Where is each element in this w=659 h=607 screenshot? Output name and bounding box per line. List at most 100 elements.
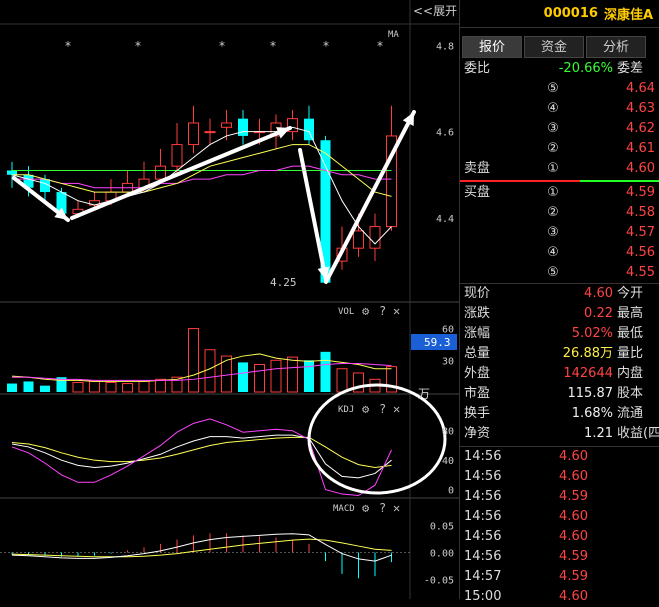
volume-bar: [122, 383, 133, 393]
stat-value: 5.02%: [571, 326, 613, 341]
low-price-mark: 4.25: [270, 276, 297, 289]
vol-help-icon[interactable]: ?: [379, 304, 386, 318]
volume-bar: [270, 359, 282, 393]
stat-label: 外盘: [464, 366, 491, 381]
kline-chart-area[interactable]: MA 4.25 VOL ⚙ ? ✕ KDJ ⚙ ? ✕ MACD ⚙ ? ✕ 5…: [0, 0, 459, 599]
kdj-close-icon[interactable]: ✕: [393, 402, 400, 416]
tick-price: 4.59: [559, 549, 588, 564]
stat-row: 外盘 142644 内盘: [460, 364, 659, 384]
bid-level: ①: [547, 185, 559, 200]
stat-tail-label: 内盘: [617, 366, 644, 381]
annotation-arrow-up-icon: [70, 126, 292, 220]
tick-price: 4.59: [559, 489, 588, 504]
volume-bar: [221, 355, 232, 393]
stock-code: 000016: [543, 6, 598, 21]
macd-help-icon[interactable]: ?: [379, 501, 386, 515]
ask-row[interactable]: 卖盘 ① 4.60: [460, 159, 659, 179]
tick-price: 4.60: [559, 449, 588, 464]
stat-tail-label: 最低: [617, 326, 644, 341]
ask-row[interactable]: ③ 4.62: [460, 119, 659, 139]
bid-level: ⑤: [547, 265, 559, 280]
tick-price: 4.60: [559, 529, 588, 544]
stat-tail-label: 股本: [617, 386, 644, 401]
kdj-axis-tick: 0: [448, 486, 454, 497]
tab-analysis[interactable]: 分析: [586, 36, 646, 58]
macd-settings-icon[interactable]: ⚙: [362, 501, 370, 515]
order-ratio-row: 委比 -20.66% 委差: [460, 59, 659, 79]
volume-bar: [89, 380, 100, 393]
tick-time: 14:56: [464, 509, 502, 524]
stat-value: 142644: [563, 366, 613, 381]
annotation-circle: [307, 383, 447, 495]
volume-bar: [155, 378, 166, 393]
tick-row: 14:56 4.60: [460, 507, 659, 527]
bid-row[interactable]: ③ 4.57: [460, 223, 659, 243]
stat-tail-label: 量比: [617, 346, 644, 361]
signal-star-icon: *: [376, 39, 383, 53]
tab-quote[interactable]: 报价: [462, 36, 522, 58]
candle: [386, 105, 397, 231]
volume-bar: [238, 362, 248, 392]
expand-toggle[interactable]: <<展开: [413, 2, 457, 19]
stat-value: 0.22: [584, 306, 613, 321]
ask-row[interactable]: ④ 4.63: [460, 99, 659, 119]
ask-level: ③: [547, 121, 559, 136]
tick-price: 4.60: [559, 589, 588, 604]
macd-axis-tick: -0.05: [424, 575, 454, 586]
stat-tail-label: 流通: [617, 406, 644, 421]
tick-time: 14:56: [464, 529, 502, 544]
ma-label: MA: [388, 30, 399, 40]
vol-label: VOL: [338, 307, 354, 317]
stock-name: 深康佳A: [603, 8, 653, 23]
price-axis-tick: 4.4: [436, 214, 454, 225]
ask-level: ②: [547, 141, 559, 156]
stat-row: 净资 1.21 收益(四: [460, 424, 659, 444]
volume-bar: [40, 385, 50, 392]
macd-label: MACD: [333, 504, 355, 514]
stat-value: 1.21: [584, 426, 613, 441]
tick-row: 14:56 4.59: [460, 487, 659, 507]
stat-label: 总量: [464, 346, 491, 361]
bid-row[interactable]: ⑤ 4.55: [460, 263, 659, 283]
kdj-axis-tick: 40: [442, 456, 454, 467]
vol-close-icon[interactable]: ✕: [393, 304, 400, 318]
signal-star-icon: *: [322, 39, 329, 53]
ask-price: 4.62: [626, 121, 655, 136]
bid-row[interactable]: 买盘 ① 4.59: [460, 183, 659, 203]
vol-ma-line: [11, 353, 392, 382]
volume-bar: [72, 381, 84, 393]
tick-time: 14:56: [464, 489, 502, 504]
volume-bar: [138, 380, 150, 393]
volume-bar: [105, 381, 117, 393]
volume-bar: [23, 381, 34, 392]
bid-level: ②: [547, 205, 559, 220]
ask-price: 4.64: [626, 81, 655, 96]
kdj-help-icon[interactable]: ?: [379, 402, 386, 416]
bid-row[interactable]: ② 4.58: [460, 203, 659, 223]
volume-bar: [188, 328, 199, 393]
bid-row[interactable]: ④ 4.56: [460, 243, 659, 263]
kline-chart[interactable]: MA 4.25 VOL ⚙ ? ✕ KDJ ⚙ ? ✕ MACD ⚙ ? ✕ 5…: [0, 0, 459, 599]
tick-row: 14:56 4.60: [460, 467, 659, 487]
ask-row[interactable]: ⑤ 4.64: [460, 79, 659, 99]
tick-time: 14:57: [464, 569, 502, 584]
stat-value: 4.60: [584, 286, 613, 301]
macd-close-icon[interactable]: ✕: [393, 501, 400, 515]
bid-price: 4.56: [626, 245, 655, 260]
candle: [171, 122, 183, 175]
volume-bar: [7, 383, 17, 392]
vol-settings-icon[interactable]: ⚙: [362, 304, 370, 318]
tab-funds[interactable]: 资金: [524, 36, 584, 58]
stat-row: 涨跌 0.22 最高: [460, 304, 659, 324]
ask-price: 4.61: [626, 141, 655, 156]
bid-price: 4.55: [626, 265, 655, 280]
stat-tail-label: 收益(四: [617, 426, 659, 441]
signal-star-icon: *: [134, 39, 141, 53]
stat-label: 涨幅: [464, 326, 491, 341]
quote-tabs: 报价 资金 分析: [460, 36, 659, 58]
order-diff-label: 委差: [617, 61, 644, 76]
signal-star-icon: *: [64, 39, 71, 53]
ask-row[interactable]: ② 4.61: [460, 139, 659, 159]
tick-time: 15:00: [464, 589, 502, 604]
kdj-settings-icon[interactable]: ⚙: [362, 402, 370, 416]
